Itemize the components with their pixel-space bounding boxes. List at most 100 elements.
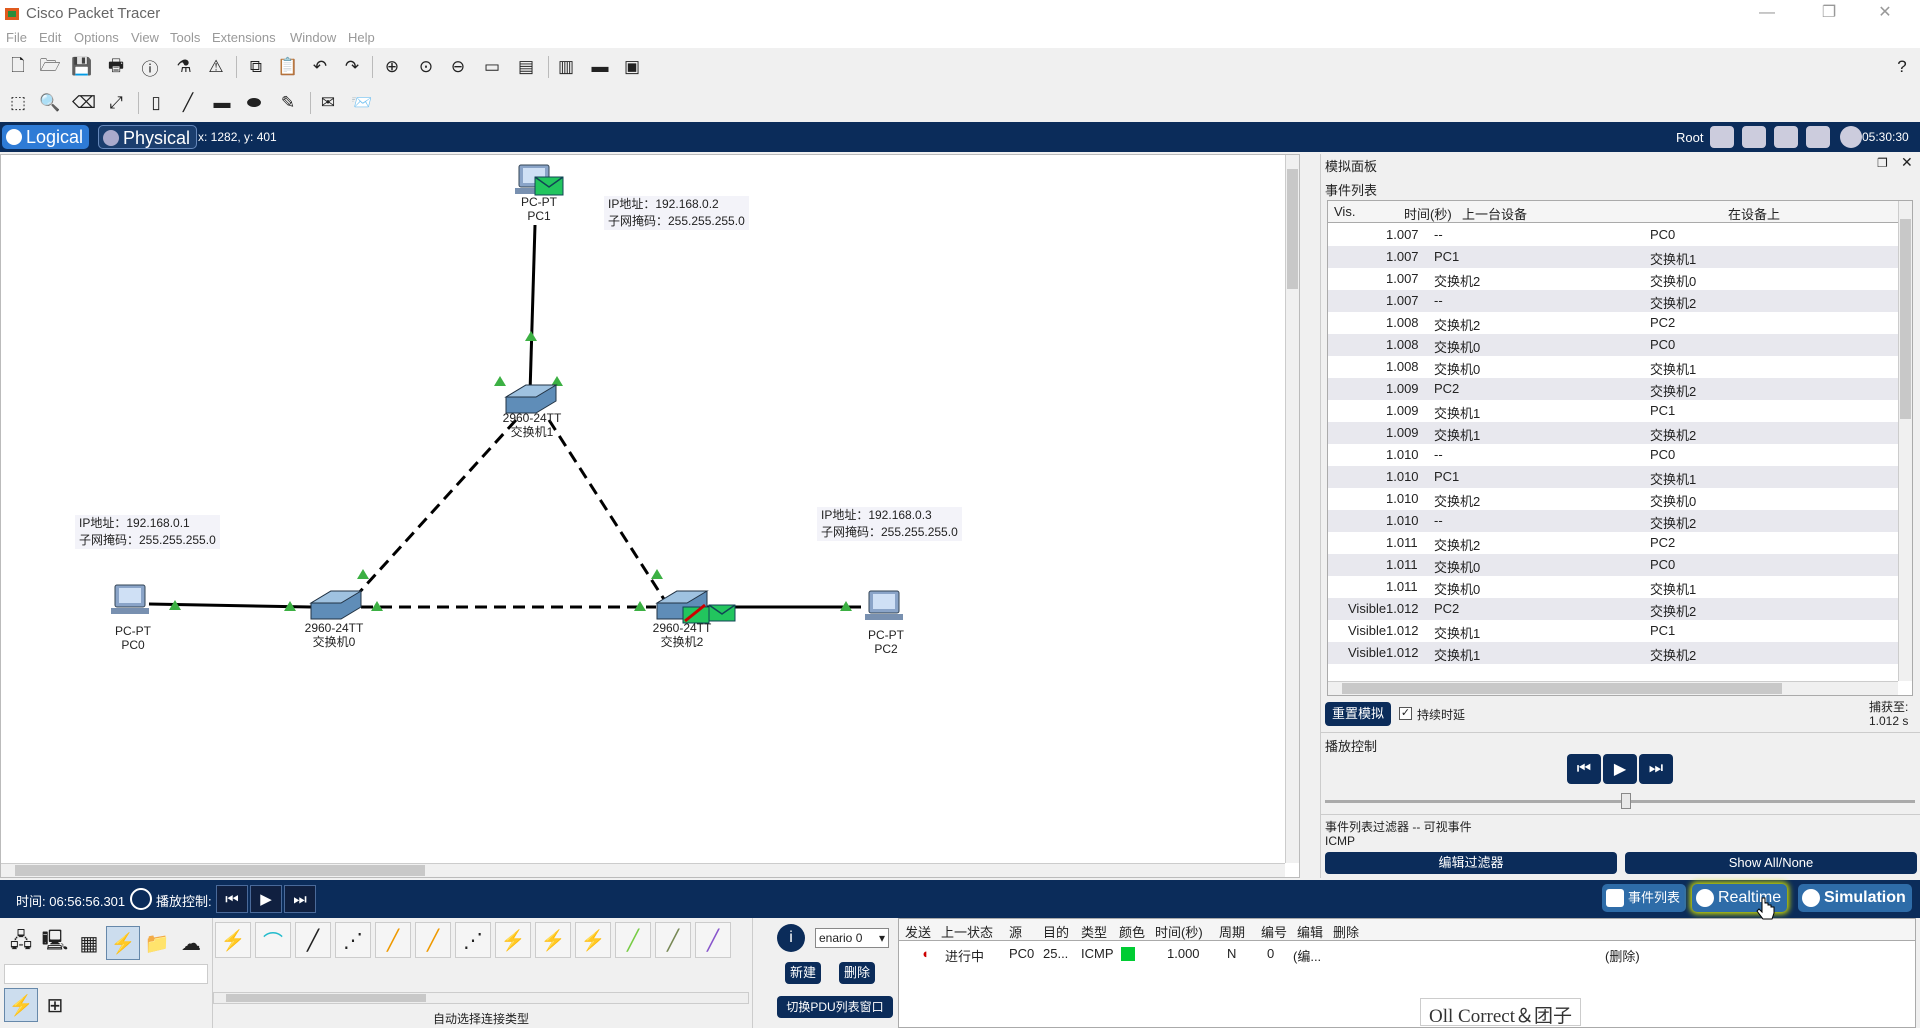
grid-icon[interactable]: ⊞ [38, 988, 72, 1022]
event-row[interactable]: Visible 1.012 PC2 交换机2 [1328, 598, 1898, 620]
event-row[interactable]: 1.010 PC1 交换机1 [1328, 466, 1898, 488]
ip-note-pc2[interactable]: IP地址：192.168.0.3 子网掩码：255.255.255.0 [817, 507, 962, 541]
menu-tools[interactable]: Tools [170, 30, 200, 45]
add-complex-pdu-icon[interactable]: 📨 [350, 92, 374, 114]
coaxial-cable-icon[interactable]: ⋰ [455, 922, 491, 958]
multiuser-icon[interactable]: ☁ [174, 926, 208, 960]
event-row[interactable]: 1.010 交换机2 交换机0 [1328, 488, 1898, 510]
canvas-horizontal-scrollbar[interactable] [1, 863, 1285, 877]
custom-device-icon[interactable]: ▤ [514, 56, 538, 78]
new-cluster-icon[interactable] [1742, 126, 1766, 148]
scroll-thumb[interactable] [1900, 219, 1911, 419]
iot-cable-icon[interactable]: ╱ [615, 922, 651, 958]
event-row[interactable]: 1.007 PC1 交换机1 [1328, 246, 1898, 268]
wireless-cable-icon[interactable]: ╱ [695, 922, 731, 958]
paste-icon[interactable]: 📋 [276, 56, 300, 78]
resize-icon[interactable]: ⤢ [104, 92, 128, 114]
end-devices-icon[interactable]: 🖳 [38, 926, 72, 960]
menu-edit[interactable]: Edit [39, 30, 61, 45]
event-row[interactable]: 1.009 PC2 交换机2 [1328, 378, 1898, 400]
pdu-delete[interactable]: (删除) [1605, 946, 1640, 965]
event-row[interactable]: 1.007 -- PC0 [1328, 224, 1898, 246]
copy-icon[interactable]: ⧉ [244, 56, 268, 78]
network-devices-icon[interactable]: 🖧 [4, 926, 38, 960]
auto-connection-type-icon[interactable]: ⚡ [215, 922, 251, 958]
scroll-thumb[interactable] [1287, 169, 1298, 289]
column-header[interactable]: 颜色 [1119, 922, 1145, 941]
constant-delay-checkbox[interactable]: ✓ [1399, 707, 1412, 720]
event-row[interactable]: 1.009 交换机1 PC1 [1328, 400, 1898, 422]
event-row[interactable]: 1.009 交换机1 交换机2 [1328, 422, 1898, 444]
set-background-icon[interactable] [1806, 126, 1830, 148]
menu-window[interactable]: Window [290, 30, 336, 45]
event-row[interactable]: 1.010 -- 交换机2 [1328, 510, 1898, 532]
octal-cable-icon[interactable]: ⚡ [575, 922, 611, 958]
pdu-row[interactable]: ◖ 进行中 PC0 25... ICMP 1.000 N 0 (编... (删除… [899, 943, 1915, 965]
column-header[interactable]: 时间(秒) [1404, 204, 1452, 223]
pdu-edit[interactable]: (编... [1293, 946, 1321, 965]
move-object-icon[interactable] [1774, 126, 1798, 148]
column-header[interactable]: 类型 [1081, 922, 1107, 941]
column-header[interactable]: 上一台设备 [1462, 204, 1527, 223]
info-icon[interactable]: ⓘ [138, 56, 162, 79]
freeform-icon[interactable]: ✎ [276, 92, 300, 114]
power-cycle-icon[interactable] [130, 888, 152, 910]
event-row[interactable]: Visible 1.012 交换机1 PC1 [1328, 620, 1898, 642]
simulation-mode-button[interactable]: Simulation [1798, 884, 1912, 912]
menu-view[interactable]: View [131, 30, 159, 45]
auto-connection-icon[interactable]: ⚡ [4, 988, 38, 1022]
switch1-device-icon[interactable] [504, 384, 558, 414]
event-row[interactable]: 1.008 交换机0 交换机1 [1328, 356, 1898, 378]
undock-icon[interactable]: ❐ [1877, 156, 1888, 170]
ip-note-pc1[interactable]: IP地址：192.168.0.2 子网掩码：255.255.255.0 [604, 196, 749, 230]
delete-icon[interactable]: ⌫ [72, 92, 96, 114]
pc0-device-icon[interactable] [111, 584, 149, 614]
viewport-icon[interactable]: ▬ [588, 56, 612, 78]
bottom-play-icon[interactable]: ▶ [250, 885, 282, 913]
column-header[interactable]: 周期 [1219, 922, 1245, 941]
zoom-reset-icon[interactable]: ⊙ [414, 56, 438, 78]
tab-physical[interactable]: Physical [98, 125, 198, 149]
scenario-select[interactable]: enario 0 ▾ [815, 928, 889, 948]
column-header[interactable]: 时间(秒) [1155, 922, 1203, 941]
column-header[interactable]: 发送 [905, 922, 931, 941]
column-header[interactable]: 编辑 [1297, 922, 1323, 941]
event-list-scrollbar[interactable] [1898, 201, 1912, 681]
play-icon[interactable]: ▶ [1603, 754, 1637, 784]
close-panel-icon[interactable]: ✕ [1901, 154, 1913, 171]
help-icon[interactable]: ? [1890, 56, 1914, 78]
menu-help[interactable]: Help [348, 30, 375, 45]
serial-dce-icon[interactable]: ⚡ [495, 922, 531, 958]
connection-scrollbar[interactable] [213, 992, 749, 1004]
logical-workspace-canvas[interactable]: PC-PT PC1 2960-24TT 交换机1 2960-24TT 交换机0 … [0, 154, 1300, 878]
rectangle-icon[interactable]: ▬ [210, 92, 234, 114]
event-row[interactable]: 1.010 -- PC0 [1328, 444, 1898, 466]
undo-icon[interactable]: ↶ [308, 56, 332, 78]
fire-icon[interactable]: ◖ [921, 946, 929, 961]
event-row[interactable]: Visible 1.012 交换机1 交换机2 [1328, 642, 1898, 664]
slider-thumb[interactable] [1621, 793, 1631, 809]
inspect-icon[interactable]: 🔍 [38, 92, 62, 114]
column-header[interactable]: 编号 [1261, 922, 1287, 941]
print-icon[interactable]: 🖶 [104, 56, 128, 78]
event-row[interactable]: 1.007 -- 交换机2 [1328, 290, 1898, 312]
column-header[interactable]: 在设备上 [1728, 204, 1780, 223]
show-all-none-button[interactable]: Show All/None [1625, 852, 1917, 874]
scroll-thumb[interactable] [1342, 683, 1782, 694]
menu-extensions[interactable]: Extensions [212, 30, 276, 45]
save-icon[interactable]: 💾 [70, 56, 94, 78]
minimize-icon[interactable]: — [1744, 2, 1790, 26]
event-row[interactable]: 1.008 交换机0 PC0 [1328, 334, 1898, 356]
play-speed-slider[interactable] [1325, 793, 1915, 809]
column-header[interactable]: 源 [1009, 922, 1022, 941]
info-icon[interactable]: i [777, 924, 805, 952]
drawing-palette-icon[interactable]: ▭ [480, 56, 504, 78]
phone-cable-icon[interactable]: ╱ [415, 922, 451, 958]
ellipse-icon[interactable]: ⬬ [242, 92, 266, 114]
cluster-icon[interactable]: ▥ [554, 56, 578, 78]
restore-icon[interactable]: ❐ [1806, 2, 1852, 26]
select-icon[interactable]: ⬚ [6, 92, 30, 114]
event-row[interactable]: 1.011 交换机0 PC0 [1328, 554, 1898, 576]
scroll-thumb[interactable] [226, 994, 426, 1002]
new-file-icon[interactable]: 🗋 [6, 56, 30, 78]
